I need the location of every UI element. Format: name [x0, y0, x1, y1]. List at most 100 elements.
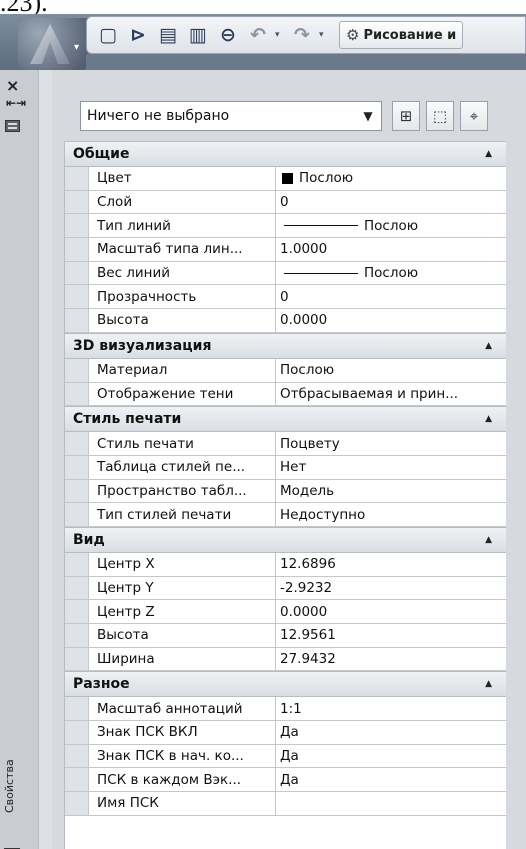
property-value[interactable] — [276, 792, 506, 815]
object-type-value: Ничего не выбрано — [87, 108, 230, 124]
property-value[interactable]: Недоступно — [276, 503, 506, 526]
property-value[interactable]: 12.9561 — [276, 624, 506, 647]
property-value[interactable]: Да — [276, 768, 506, 791]
property-value-text: 12.9561 — [280, 627, 336, 644]
undo-dropdown-icon[interactable]: ▾ — [275, 30, 285, 40]
property-row[interactable]: Ширина 27.9432 — [65, 647, 506, 672]
save-icon[interactable]: ▤ — [155, 22, 181, 48]
application-menu-button[interactable]: ▾ — [18, 18, 88, 70]
property-name: Материал — [89, 358, 276, 382]
property-row[interactable]: Центр Y -2.9232 — [65, 576, 506, 601]
redo-icon[interactable]: ↷ — [289, 22, 315, 48]
property-value[interactable]: Да — [276, 745, 506, 768]
collapse-arrow-icon[interactable]: ▲ — [485, 679, 492, 689]
new-icon[interactable]: ▢ — [95, 22, 121, 48]
collapse-arrow-icon[interactable]: ▲ — [485, 414, 492, 424]
property-name: Масштаб типа лин... — [89, 238, 276, 261]
property-value[interactable]: Послою — [276, 262, 506, 285]
top-toolbar: ▾ ▢ ⊳ ▤ ▥ ⊖ ↶ ▾ ↷ ▾ ⚙ Рисование и — [0, 14, 526, 70]
gear-icon: ⚙ — [346, 26, 360, 44]
property-name: Вес линий — [89, 261, 276, 285]
property-row[interactable]: Масштаб аннотаций 1:1 — [65, 697, 506, 722]
property-row[interactable]: Центр Z 0.0000 — [65, 600, 506, 624]
property-row[interactable]: Материал Послою — [65, 358, 506, 383]
property-row[interactable]: Масштаб типа лин... 1.0000 — [65, 238, 506, 262]
ribbon-tab-strip — [86, 54, 526, 70]
category-header[interactable]: Разное ▲ — [65, 671, 506, 698]
property-row[interactable]: Отображение тени Отбрасываемая и прин... — [65, 382, 506, 407]
property-row[interactable]: Стиль печати Поцвету — [65, 432, 506, 456]
property-name: Центр X — [89, 552, 276, 576]
property-row[interactable]: Таблица стилей пе... Нет — [65, 455, 506, 480]
property-value[interactable]: 0 — [276, 191, 506, 214]
property-value[interactable]: 0.0000 — [276, 600, 506, 623]
properties-menu-icon[interactable] — [5, 120, 20, 132]
open-icon[interactable]: ⊳ — [125, 22, 151, 48]
property-row[interactable]: Высота 12.9561 — [65, 624, 506, 648]
property-value[interactable]: Да — [276, 721, 506, 744]
quick-select-button[interactable]: ⌖ — [460, 101, 488, 131]
row-gutter — [65, 238, 89, 261]
property-value[interactable]: Послою — [276, 359, 506, 382]
close-icon[interactable]: × — [6, 76, 19, 95]
row-gutter — [65, 167, 89, 190]
property-row[interactable]: Прозрачность 0 — [65, 285, 506, 310]
property-value[interactable]: 27.9432 — [276, 648, 506, 671]
property-name: Ширина — [89, 647, 276, 671]
collapse-arrow-icon[interactable]: ▲ — [485, 341, 492, 351]
property-row[interactable]: Имя ПСК — [65, 792, 506, 816]
collapse-arrow-icon[interactable]: ▲ — [485, 149, 492, 159]
chevron-down-icon[interactable]: ▼ — [355, 102, 381, 130]
property-value[interactable]: Модель — [276, 480, 506, 503]
auto-hide-icon[interactable]: ⇤⇥ — [6, 96, 26, 110]
property-value[interactable]: Нет — [276, 456, 506, 479]
property-name: Центр Y — [89, 576, 276, 600]
property-value[interactable]: Поцвету — [276, 432, 506, 455]
property-value[interactable]: Отбрасываемая и прин... — [276, 383, 506, 406]
category-header[interactable]: Стиль печати ▲ — [65, 406, 506, 433]
category-title: Общие — [73, 146, 130, 162]
property-row[interactable]: Тип стилей печати Недоступно — [65, 503, 506, 527]
category-header[interactable]: Общие ▲ — [65, 141, 506, 167]
collapse-arrow-icon[interactable]: ▲ — [485, 535, 492, 545]
row-gutter — [65, 647, 89, 671]
category-header[interactable]: 3D визуализация ▲ — [65, 332, 506, 359]
property-row[interactable]: Знак ПСК ВКЛ Да — [65, 721, 506, 745]
pickadd-button[interactable]: ⊞ — [392, 101, 420, 131]
property-value[interactable]: 1:1 — [276, 697, 506, 720]
row-gutter — [65, 744, 89, 768]
redo-dropdown-icon[interactable]: ▾ — [319, 30, 329, 40]
object-type-select[interactable]: Ничего не выбрано ▼ — [80, 101, 382, 131]
property-row[interactable]: Знак ПСК в нач. ко... Да — [65, 744, 506, 769]
property-row[interactable]: Тип линий Послою — [65, 214, 506, 239]
property-value[interactable]: Послою — [276, 167, 506, 190]
property-value[interactable]: 0 — [276, 285, 506, 308]
property-value[interactable]: 1.0000 — [276, 238, 506, 261]
autocad-window: ▾ ▢ ⊳ ▤ ▥ ⊖ ↶ ▾ ↷ ▾ ⚙ Рисование и × ⇤⇥ С… — [0, 14, 526, 849]
workspace-selector[interactable]: ⚙ Рисование и — [339, 21, 464, 49]
property-row[interactable]: Цвет Послою — [65, 167, 506, 191]
property-row[interactable]: Вес линий Послою — [65, 261, 506, 286]
property-row[interactable]: Слой 0 — [65, 190, 506, 215]
property-row[interactable]: Высота 0.0000 — [65, 309, 506, 333]
undo-icon[interactable]: ↶ — [245, 22, 271, 48]
property-row[interactable]: Центр X 12.6896 — [65, 552, 506, 577]
vertical-scrollbar[interactable] — [38, 70, 52, 849]
select-objects-button[interactable]: ⬚ — [426, 101, 454, 131]
property-name: Пространство табл... — [89, 479, 276, 503]
property-value[interactable]: -2.9232 — [276, 577, 506, 600]
category-header[interactable]: Вид ▲ — [65, 526, 506, 553]
property-name: Тип стилей печати — [89, 503, 276, 526]
property-value[interactable]: 0.0000 — [276, 309, 506, 332]
property-row[interactable]: ПСК в каждом Вэк... Да — [65, 768, 506, 793]
property-value[interactable]: Послою — [276, 214, 506, 237]
category-title: 3D визуализация — [73, 337, 212, 354]
save-as-icon[interactable]: ▥ — [185, 22, 211, 48]
property-value-text: Поцвету — [280, 435, 340, 452]
property-name: Знак ПСК в нач. ко... — [89, 744, 276, 768]
row-gutter — [65, 432, 89, 455]
property-name: Высота — [89, 309, 276, 332]
property-row[interactable]: Пространство табл... Модель — [65, 479, 506, 504]
property-value[interactable]: 12.6896 — [276, 553, 506, 576]
print-icon[interactable]: ⊖ — [215, 22, 241, 48]
